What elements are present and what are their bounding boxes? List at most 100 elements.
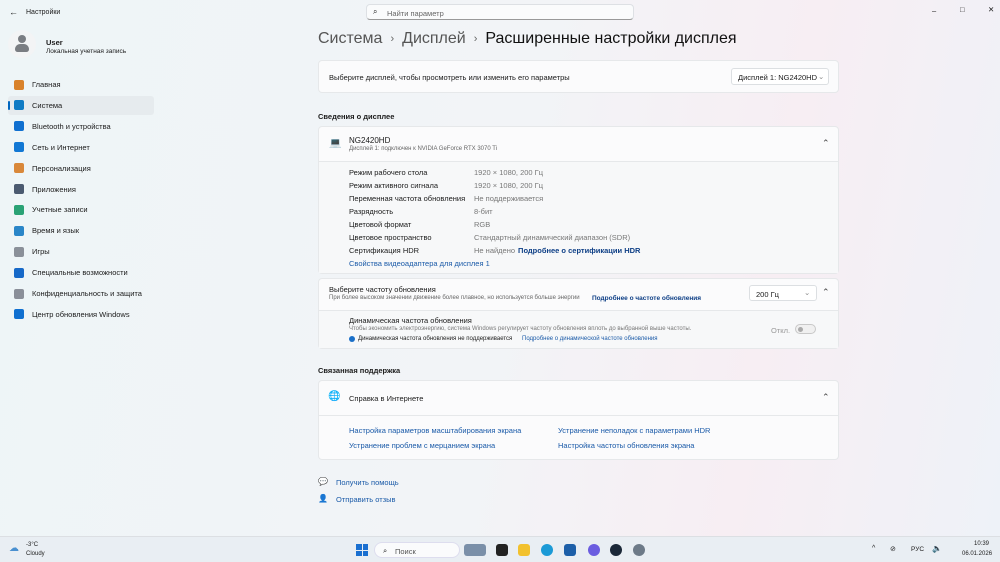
sidebar-item-1[interactable]: Система (8, 95, 154, 115)
settings-gear-icon[interactable] (633, 544, 645, 556)
sidebar-icon (14, 204, 24, 215)
help-link-refresh[interactable]: Настройка частоты обновления экрана (558, 441, 694, 450)
file-explorer-icon[interactable] (518, 544, 530, 556)
sidebar-item-label: Учетные записи (32, 205, 88, 215)
network-icon[interactable]: ⊘ (890, 545, 896, 553)
toggle-label: Откл. (771, 326, 791, 335)
taskbar-search-label: Поиск (395, 547, 416, 556)
start-button[interactable] (356, 544, 368, 556)
steam-icon[interactable] (610, 544, 622, 556)
sidebar-item-10[interactable]: Конфиденциальность и защита (8, 284, 154, 303)
section-title-support: Связанная поддержка (318, 366, 401, 375)
sidebar-icon (14, 267, 24, 278)
info-value: 1920 × 1080, 200 Гц (474, 168, 544, 177)
display-subtitle: Дисплей 1: подключен к NVIDIA GeForce RT… (349, 146, 498, 152)
sidebar-item-0[interactable]: Главная (8, 75, 154, 94)
dynamic-refresh-toggle[interactable] (795, 324, 816, 334)
sidebar-item-label: Приложения (32, 184, 76, 194)
info-value: 1920 × 1080, 200 Гц (474, 181, 544, 190)
info-value: Не поддерживается (474, 194, 544, 203)
info-icon (349, 336, 355, 342)
sidebar-item-9[interactable]: Специальные возможности (8, 263, 154, 282)
back-icon[interactable]: ← (9, 7, 18, 17)
breadcrumb: Система › Дисплей › Расширенные настройки … (318, 30, 737, 48)
info-row: Переменная частота обновления Не поддержи… (349, 192, 543, 205)
refresh-rate-dropdown[interactable]: 200 Гц ⌄ (749, 285, 817, 301)
help-link-scaling[interactable]: Настройка параметров масштабирования экр… (349, 426, 521, 435)
dynamic-refresh-section: Динамическая частота обновления Чтобы эк… (319, 310, 838, 348)
sidebar-item-11[interactable]: Центр обновления Windows (8, 305, 154, 324)
info-key: Переменная частота обновления (349, 194, 466, 203)
info-row: Разрядность 8-бит (349, 205, 493, 218)
sidebar-icon (14, 163, 24, 174)
sidebar-item-3[interactable]: Сеть и Интернет (8, 138, 154, 157)
chevron-up-icon[interactable]: ^ (872, 545, 875, 552)
taskbar-search[interactable]: ⌕ Поиск (374, 542, 460, 558)
info-value: Стандартный динамический диапазон (SDR) (474, 233, 631, 242)
dynamic-desc: Чтобы экономить электроэнергию, система … (349, 326, 692, 332)
sidebar-item-label: Конфиденциальность и защита (32, 289, 142, 298)
weather-temp[interactable]: -3°C (26, 542, 38, 548)
weather-text[interactable]: Cloudy (26, 551, 45, 557)
sidebar-item-8[interactable]: Игры (8, 242, 154, 261)
display-info-header[interactable]: 💻 NG2420HD Дисплей 1: подключен к NVIDIA… (319, 127, 838, 161)
sidebar-item-label: Игры (32, 247, 50, 257)
help-link-hdr[interactable]: Устранение неполадок с параметрами HDR (558, 426, 710, 435)
volume-icon[interactable]: 🔈 (932, 544, 942, 553)
sidebar-item-4[interactable]: Персонализация (8, 159, 154, 178)
info-row: Цветовое пространство Стандартный динамич… (349, 231, 630, 244)
get-help-link[interactable]: Получить помощь (336, 478, 399, 487)
refresh-rate-card: Выберите частоту обновления При более вы… (318, 278, 839, 349)
language-indicator[interactable]: РУС (911, 546, 924, 553)
breadcrumb-display[interactable]: Дисплей (402, 30, 466, 48)
display-dropdown-value: Дисплей 1: NG2420HD (738, 73, 818, 82)
search-input[interactable]: ⌕ Найти параметр (366, 4, 634, 20)
feedback-link[interactable]: Отправить отзыв (336, 495, 396, 504)
sidebar-item-label: Время и язык (32, 226, 80, 236)
get-help-icon: 💬 (318, 477, 328, 486)
sidebar-item-label: Специальные возможности (32, 268, 128, 278)
select-display-label: Выберите дисплей, чтобы просмотреть или … (329, 73, 570, 82)
sidebar-icon (14, 100, 24, 111)
maximize-button[interactable]: □ (960, 5, 965, 14)
edge-icon[interactable] (541, 544, 553, 556)
dynamic-note: Динамическая частота обновления не подде… (358, 336, 513, 342)
hdr-link[interactable]: Подробнее о сертификации HDR (518, 246, 640, 255)
refresh-rate-value: 200 Гц (756, 290, 779, 299)
terminal-icon[interactable] (496, 544, 508, 556)
display-name: NG2420HD (349, 136, 391, 145)
minimize-button[interactable]: – (932, 6, 936, 15)
chevron-down-icon: ⌄ (818, 72, 825, 81)
display-dropdown[interactable]: Дисплей 1: NG2420HD ⌄ (731, 68, 829, 85)
sidebar-item-2[interactable]: Bluetooth и устройства (8, 117, 154, 136)
refresh-title: Выберите частоту обновления (329, 285, 436, 294)
breadcrumb-system[interactable]: Система (318, 30, 382, 48)
close-button[interactable]: ✕ (988, 5, 994, 14)
store-icon[interactable] (564, 544, 576, 556)
clock-date[interactable]: 06.01.2026 (962, 551, 992, 557)
sidebar-item-7[interactable]: Время и язык (8, 221, 154, 240)
section-title-display-info: Сведения о дисплее (318, 112, 395, 121)
sidebar-item-5[interactable]: Приложения (8, 180, 154, 199)
adapter-properties-link[interactable]: Свойства видеоадаптера для дисплея 1 (349, 259, 490, 268)
display-info-card: 💻 NG2420HD Дисплей 1: подключен к NVIDIA… (318, 126, 839, 274)
info-key: Разрядность (349, 207, 394, 216)
chevron-up-icon[interactable]: ⌃ (822, 392, 830, 403)
discord-icon[interactable] (588, 544, 600, 556)
clock-time[interactable]: 10:39 (974, 541, 989, 547)
refresh-link[interactable]: Подробнее о частоте обновления (592, 295, 701, 302)
widgets-icon[interactable] (464, 544, 486, 556)
info-value: RGB (474, 220, 491, 229)
avatar[interactable] (8, 30, 36, 58)
chevron-up-icon[interactable]: ⌃ (822, 287, 830, 298)
search-placeholder: Найти параметр (387, 9, 444, 18)
sidebar-item-6[interactable]: Учетные записи (8, 200, 154, 219)
sidebar-icon (14, 246, 24, 257)
info-key: Цветовое пространство (349, 233, 432, 242)
window-title: Настройки (26, 9, 61, 16)
sidebar-item-label: Сеть и Интернет (32, 142, 90, 152)
help-link-flicker[interactable]: Устранение проблем с мерцанием экрана (349, 441, 495, 450)
sidebar-icon (14, 121, 24, 132)
page-title: Расширенные настройки дисплея (485, 30, 737, 47)
dynamic-link[interactable]: Подробнее о динамической частоте обновле… (522, 336, 658, 342)
